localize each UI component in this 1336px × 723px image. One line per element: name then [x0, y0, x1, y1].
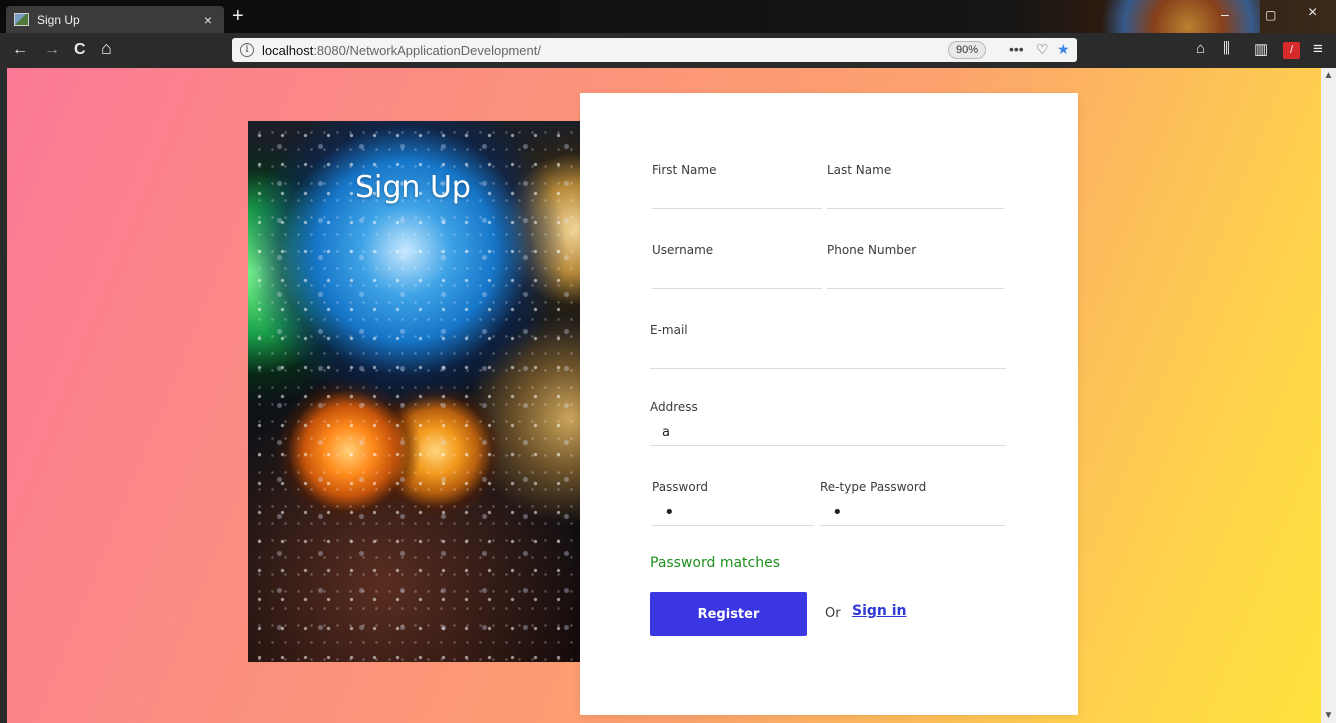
scrollbar[interactable]: ▲ ▼	[1321, 68, 1336, 723]
tab-title: Sign Up	[37, 12, 80, 27]
bookmark-star-icon[interactable]: ★	[1057, 41, 1070, 58]
sign-in-link[interactable]: Sign in	[852, 603, 907, 619]
page-background: Sign Up First Name Last Name Username Ph…	[7, 68, 1321, 723]
reload-icon[interactable]: C	[74, 41, 86, 59]
last-name-label: Last Name	[827, 163, 892, 177]
browser-tab[interactable]: Sign Up ×	[6, 6, 224, 33]
email-field: E-mail	[650, 323, 1006, 373]
url-bar[interactable]: i localhost:8080/NetworkApplicationDevel…	[232, 38, 1077, 62]
phone-number-field: Phone Number	[827, 243, 1004, 293]
password-label: Password	[652, 480, 709, 494]
email-label: E-mail	[650, 323, 688, 337]
forward-icon[interactable]: →	[44, 41, 60, 59]
or-text: Or	[825, 606, 841, 621]
page-actions-icon[interactable]: •••	[1009, 41, 1024, 57]
password-field: Password	[652, 480, 814, 530]
address-label: Address	[650, 400, 698, 414]
back-icon[interactable]: ←	[12, 41, 28, 59]
navigation-bar: ← → C ⌂ i localhost:8080/NetworkApplicat…	[0, 33, 1336, 68]
retype-password-input[interactable]	[820, 500, 1005, 526]
last-name-input[interactable]	[827, 183, 1004, 209]
sidebar-icon[interactable]: ▥	[1254, 40, 1268, 58]
close-window-button[interactable]: ×	[1308, 4, 1317, 22]
extension-icon[interactable]: /	[1283, 42, 1300, 59]
new-tab-button[interactable]: +	[232, 4, 244, 28]
last-name-field: Last Name	[827, 163, 1004, 213]
downloads-icon[interactable]: ⌂	[1196, 40, 1205, 57]
address-input[interactable]	[650, 420, 1006, 446]
retype-password-label: Re-type Password	[820, 480, 927, 494]
first-name-label: First Name	[652, 163, 717, 177]
username-input[interactable]	[652, 263, 822, 289]
phone-number-label: Phone Number	[827, 243, 917, 257]
address-field: Address	[650, 400, 1006, 450]
email-input[interactable]	[650, 343, 1006, 369]
restore-button[interactable]: ▢	[1265, 8, 1276, 22]
info-icon[interactable]: i	[240, 43, 254, 57]
window-border	[0, 68, 7, 723]
hero-title: Sign Up	[355, 170, 471, 205]
tab-bar: Sign Up × + – ▢ ×	[0, 0, 1336, 68]
retype-password-field: Re-type Password	[820, 480, 1005, 530]
pocket-icon[interactable]: ♡	[1036, 41, 1049, 58]
password-input[interactable]	[652, 500, 814, 526]
scroll-down-icon[interactable]: ▼	[1321, 710, 1336, 721]
username-label: Username	[652, 243, 714, 257]
tab-close-icon[interactable]: ×	[200, 12, 216, 28]
hero-image: Sign Up	[248, 121, 583, 662]
first-name-input[interactable]	[652, 183, 822, 209]
username-field: Username	[652, 243, 822, 293]
password-match-message: Password matches	[650, 555, 781, 571]
favicon-icon	[14, 13, 29, 26]
minimize-button[interactable]: –	[1221, 6, 1229, 22]
phone-number-input[interactable]	[827, 263, 1004, 289]
register-button[interactable]: Register	[650, 592, 807, 636]
zoom-level-button[interactable]: 90%	[948, 41, 987, 59]
library-icon[interactable]: ⫼	[1223, 40, 1230, 57]
menu-icon[interactable]: ≡	[1313, 39, 1323, 59]
first-name-field: First Name	[652, 163, 822, 213]
home-icon[interactable]: ⌂	[101, 39, 112, 57]
url-host: localhost	[262, 42, 314, 58]
url-path: :8080/NetworkApplicationDevelopment/	[313, 42, 541, 58]
scroll-up-icon[interactable]: ▲	[1321, 70, 1336, 81]
signup-form-card: First Name Last Name Username Phone Numb…	[580, 93, 1078, 715]
